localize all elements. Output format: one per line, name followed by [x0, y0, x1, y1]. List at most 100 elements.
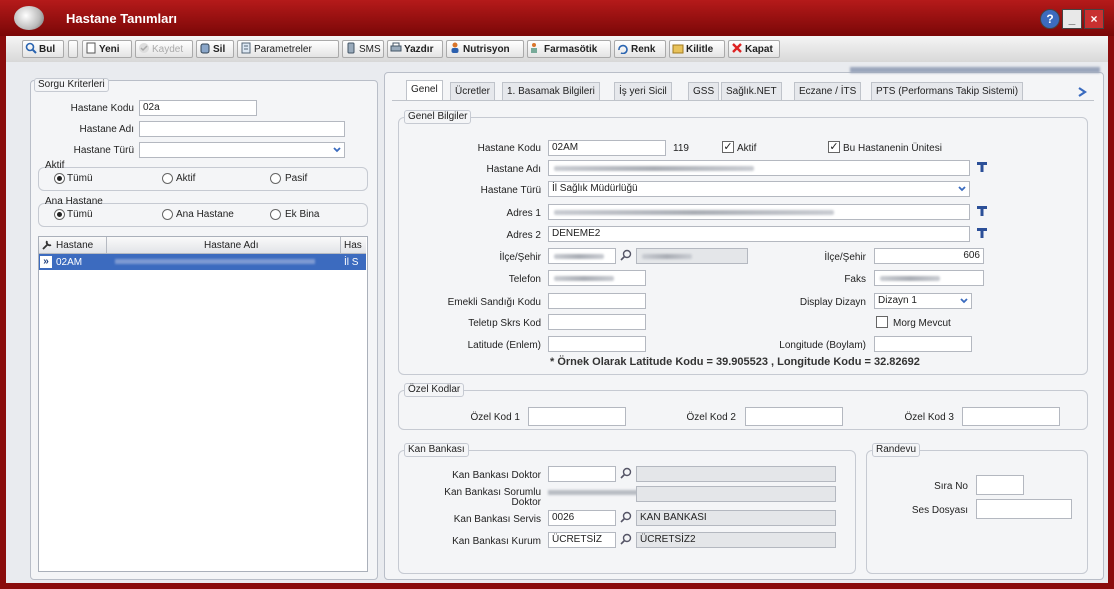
window-title: Hastane Tanımları — [66, 11, 178, 26]
kan-kurum-code-input[interactable]: ÜCRETSİZ — [548, 532, 616, 548]
unite-checkbox[interactable]: ✓ — [828, 141, 840, 153]
aktif-pasif-radio[interactable] — [270, 173, 281, 184]
ozel-kod2-input[interactable] — [745, 407, 843, 426]
text-edit-icon[interactable] — [976, 205, 988, 217]
tab-1-basamak[interactable]: 1. Basamak Bilgileri — [502, 82, 600, 100]
kan-kurum-name-field: ÜCRETSİZ2 — [636, 532, 836, 548]
grid-header-hastane[interactable]: Hastane — [56, 240, 93, 251]
ozel-kod3-label: Özel Kod 3 — [904, 412, 954, 423]
adres2-input[interactable]: DENEME2 — [548, 226, 970, 242]
aktif-checkbox[interactable]: ✓ — [722, 141, 734, 153]
morg-mevcut-checkbox[interactable] — [876, 316, 888, 328]
tab-is-yeri-sicil[interactable]: İş yeri Sicil — [614, 82, 672, 100]
farmasotik-button[interactable]: Farmasötik — [527, 40, 611, 58]
sira-no-label: Sıra No — [934, 481, 968, 492]
ses-dosyasi-input[interactable] — [976, 499, 1072, 519]
renk-button[interactable]: Renk — [614, 40, 666, 58]
emekli-sandigi-label: Emekli Sandığı Kodu — [447, 297, 541, 308]
hastane-kodu-filter-input[interactable]: 02a — [139, 100, 257, 116]
delete-icon — [200, 43, 210, 54]
parametreler-button[interactable]: Parametreler — [237, 40, 339, 58]
aktif-tumu-label: Tümü — [67, 173, 93, 184]
kan-bankasi-title: Kan Bankası — [404, 443, 469, 457]
genel-bilgiler-title: Genel Bilgiler — [404, 110, 472, 124]
faks-input[interactable] — [874, 270, 984, 286]
grid-header-hastane-adi[interactable]: Hastane Adı — [204, 240, 258, 251]
latitude-label: Latitude (Enlem) — [467, 340, 541, 351]
search-icon — [25, 42, 37, 54]
aktif-aktif-radio[interactable] — [162, 173, 173, 184]
lookup-search-icon[interactable] — [620, 511, 632, 523]
lookup-search-icon[interactable] — [620, 249, 632, 261]
sil-button[interactable]: Sil — [196, 40, 234, 58]
sms-button[interactable]: SMS — [342, 40, 384, 58]
longitude-input[interactable] — [874, 336, 972, 352]
lookup-search-icon[interactable] — [620, 467, 632, 479]
tab-pts[interactable]: PTS (Performans Takip Sistemi) — [871, 82, 1024, 100]
lookup-search-icon[interactable] — [620, 533, 632, 545]
kan-servis-label: Kan Bankası Servis — [453, 514, 541, 525]
tab-gss[interactable]: GSS — [688, 82, 720, 100]
minimize-button[interactable]: _ — [1062, 9, 1082, 29]
yazdir-button[interactable]: Yazdır — [387, 40, 443, 58]
display-dizayn-select[interactable]: Dizayn 1 — [874, 293, 972, 309]
telefon-input[interactable] — [548, 270, 646, 286]
grid-column-divider — [340, 237, 341, 253]
kilitle-button[interactable]: Kilitle — [669, 40, 725, 58]
ilce-sehir-code-input[interactable] — [548, 248, 616, 264]
morg-mevcut-label: Morg Mevcut — [893, 318, 951, 329]
new-document-icon — [86, 42, 96, 54]
aktif-tumu-radio[interactable] — [54, 173, 65, 184]
ilce-sehir2-input[interactable]: 606 — [874, 248, 984, 264]
faks-redacted — [880, 276, 940, 281]
wrench-icon[interactable] — [41, 239, 53, 251]
unite-checkbox-label: Bu Hastanenin Ünitesi — [843, 143, 942, 154]
yeni-button[interactable]: Yeni — [82, 40, 132, 58]
kan-servis-code-input[interactable]: 0026 — [548, 510, 616, 526]
display-dizayn-label: Display Dizayn — [799, 297, 866, 308]
hastane-adi-input[interactable] — [548, 160, 970, 176]
text-edit-icon[interactable] — [976, 227, 988, 239]
kaydet-button[interactable]: Kaydet — [135, 40, 193, 58]
hospital-grid — [38, 236, 368, 572]
ana-tumu-radio[interactable] — [54, 209, 65, 220]
aktif-pasif-label: Pasif — [285, 173, 308, 184]
tab-ucretler[interactable]: Ücretler — [450, 82, 496, 100]
teletip-label: Teletıp Skrs Kod — [468, 318, 541, 329]
kan-kurum-label: Kan Bankası Kurum — [452, 536, 541, 547]
text-edit-icon[interactable] — [976, 161, 988, 173]
grid-header-has[interactable]: Has — [344, 240, 362, 251]
printer-icon — [390, 42, 402, 52]
teletip-input[interactable] — [548, 314, 646, 330]
emekli-sandigi-input[interactable] — [548, 293, 646, 309]
tab-scroll-right-icon[interactable] — [1076, 86, 1088, 98]
pharmacy-icon — [531, 43, 537, 53]
hastane-kodu-input[interactable]: 02AM — [548, 140, 666, 156]
ozel-kod1-input[interactable] — [528, 407, 626, 426]
sira-no-input[interactable] — [976, 475, 1024, 495]
ana-hastane-label: Ana Hastane — [176, 209, 234, 220]
kan-doktor-code-input[interactable] — [548, 466, 616, 482]
chevron-down-icon — [333, 147, 341, 153]
adres1-input[interactable] — [548, 204, 970, 220]
aktif-group-title: Aktif — [45, 160, 65, 171]
nutrisyon-button[interactable]: Nutrisyon — [446, 40, 524, 58]
latitude-input[interactable] — [548, 336, 646, 352]
hastane-adi-filter-input[interactable] — [139, 121, 345, 137]
ek-bina-radio[interactable] — [270, 209, 281, 220]
randevu-title: Randevu — [872, 443, 921, 457]
tab-saglik-net[interactable]: Sağlık.NET — [721, 82, 782, 100]
ozel-kod3-input[interactable] — [962, 407, 1060, 426]
ana-hastane-radio[interactable] — [162, 209, 173, 220]
close-window-button[interactable]: × — [1084, 9, 1104, 29]
coordinate-example-note: * Örnek Olarak Latitude Kodu = 39.905523… — [550, 356, 920, 368]
tab-genel[interactable]: Genel — [406, 80, 443, 100]
kapat-button[interactable]: Kapat — [728, 40, 780, 58]
hastane-turu-filter-select[interactable] — [139, 142, 345, 158]
ana-hastane-group-title: Ana Hastane — [45, 196, 103, 207]
hastane-turu-select[interactable]: İl Sağlık Müdürlüğü — [548, 181, 970, 197]
bul-button[interactable]: Bul — [22, 40, 64, 58]
help-button[interactable]: ? — [1040, 9, 1060, 29]
sms-phone-icon — [347, 42, 355, 54]
tab-eczane-its[interactable]: Eczane / İTS — [794, 82, 862, 100]
